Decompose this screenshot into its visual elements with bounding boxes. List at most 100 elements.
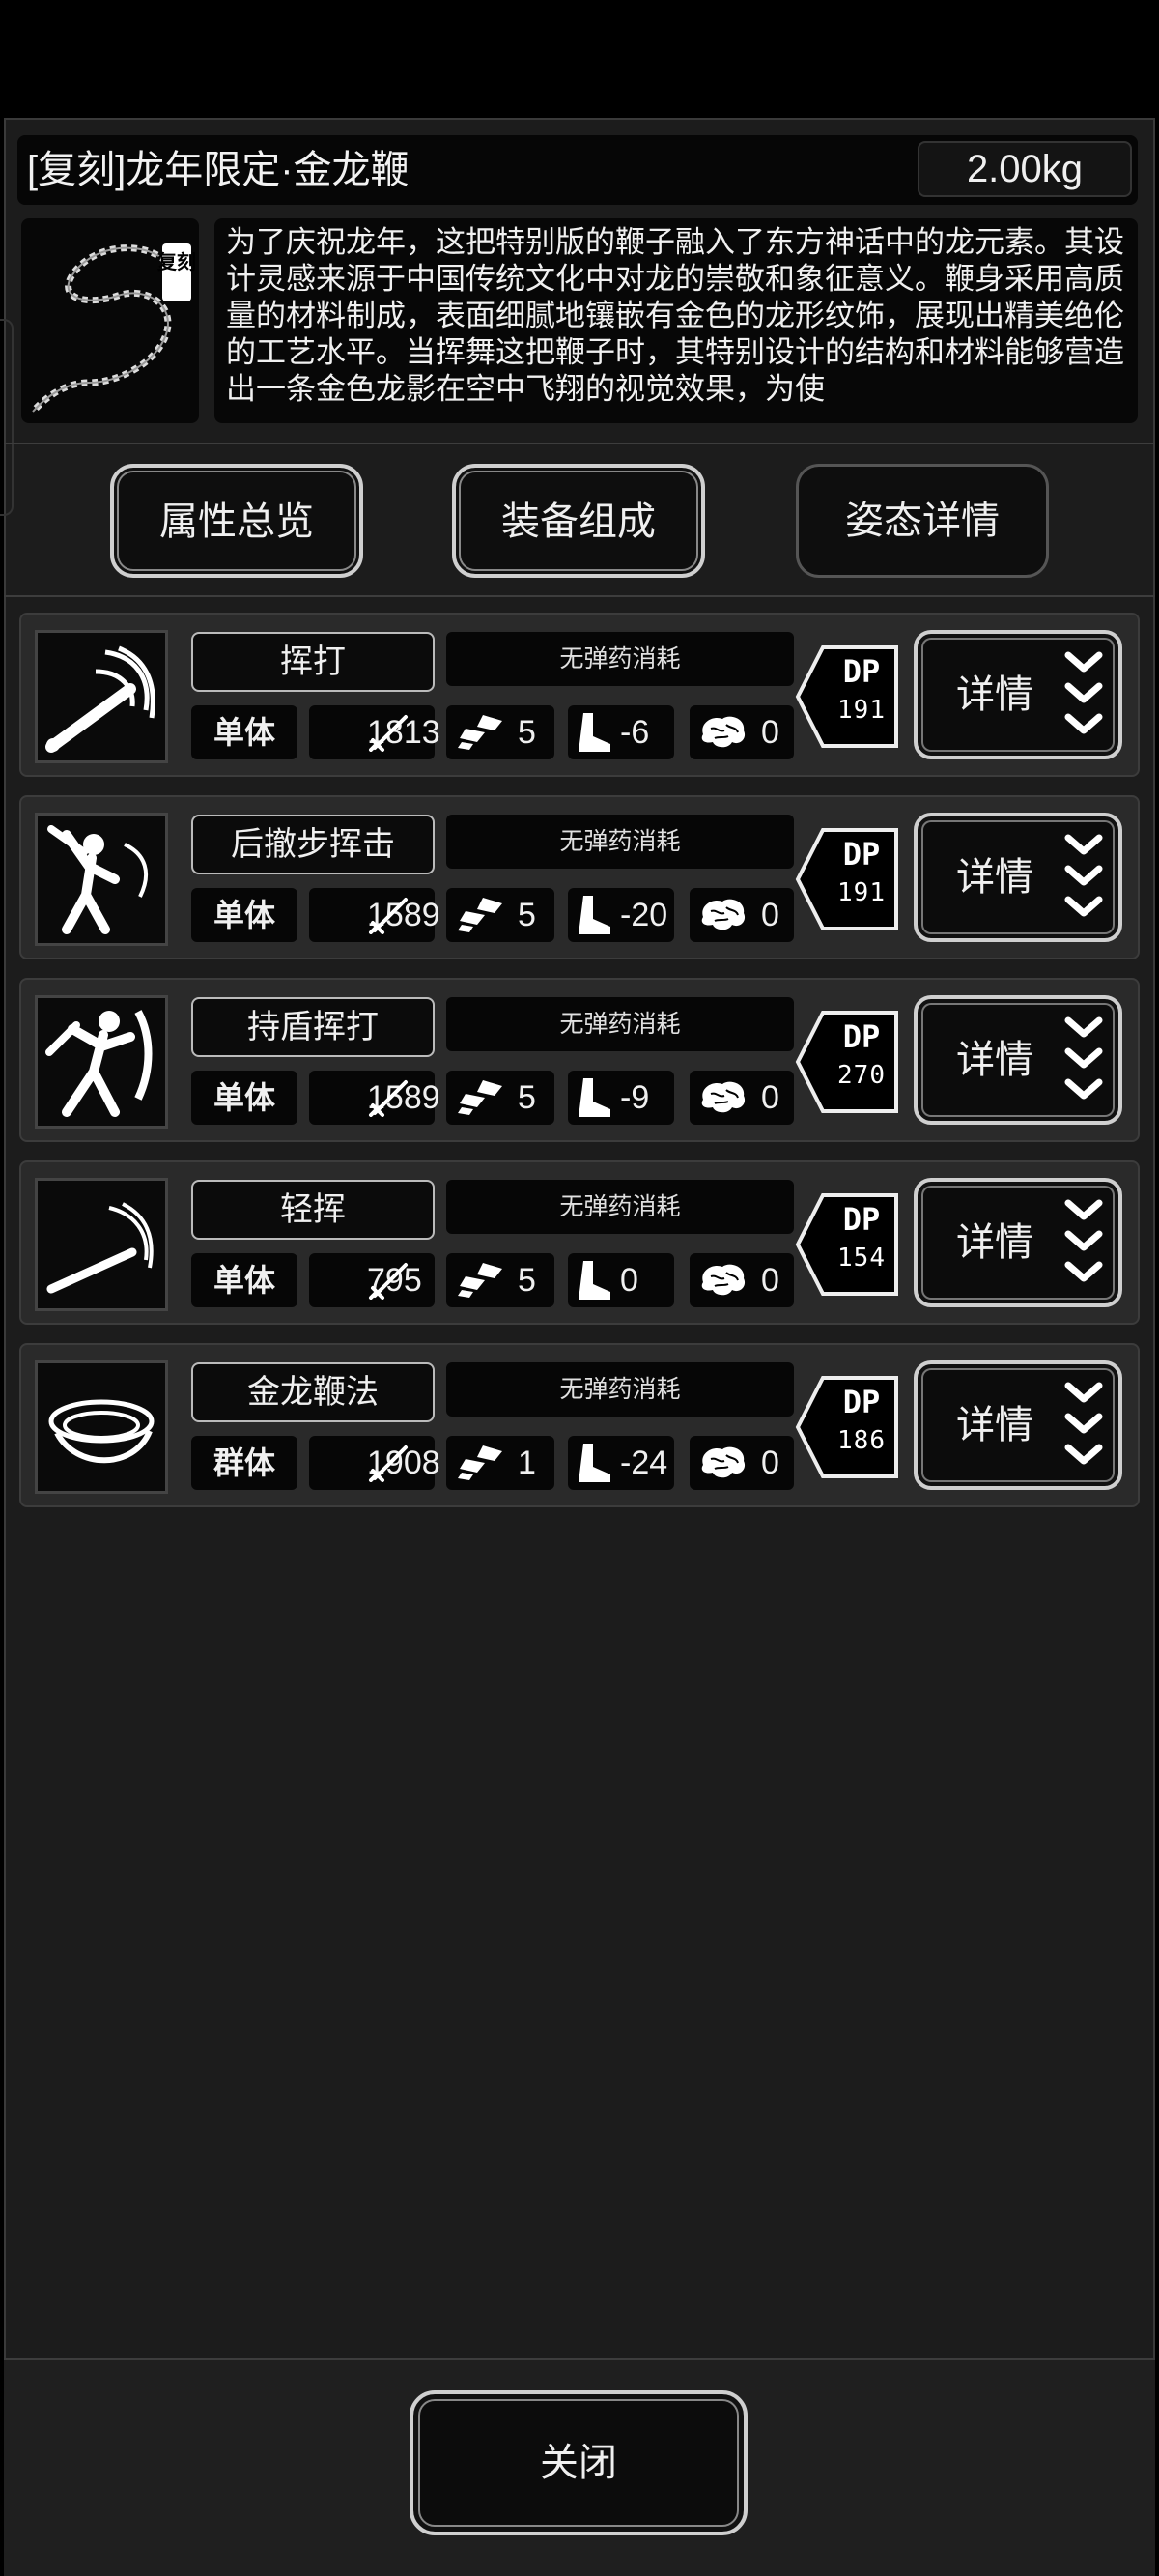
detail-label: 详情 <box>956 1221 1033 1264</box>
target-type: 单体 <box>191 1071 297 1125</box>
hit-stat: 5 <box>446 888 554 942</box>
speed-value: -6 <box>620 714 650 751</box>
attack-stat: 1589 <box>309 1071 440 1125</box>
dp-indicator: DP 154 <box>794 1191 900 1298</box>
boot-icon <box>580 896 610 934</box>
brain-icon <box>701 899 746 930</box>
skill-name: 金龙鞭法 <box>191 1362 435 1422</box>
speed-value: 0 <box>620 1262 638 1299</box>
hit-stat: 1 <box>446 1436 554 1490</box>
hit-count-icon <box>458 1080 502 1115</box>
brain-icon <box>701 1081 746 1113</box>
detail-button[interactable]: 详情 <box>914 1178 1122 1307</box>
ammo-cost: 无弹药消耗 <box>446 815 794 869</box>
detail-label: 详情 <box>956 673 1033 716</box>
skill-row: 金龙鞭法 无弹药消耗 群体 1908 1 -24 0 DP 186 详情 <box>19 1343 1140 1507</box>
divider <box>4 443 1155 444</box>
expand-chevrons-icon <box>1064 651 1103 734</box>
sword-icon <box>369 898 408 934</box>
hit-count-icon <box>458 715 502 750</box>
skill-icon <box>35 995 168 1129</box>
mental-value: 0 <box>761 897 779 933</box>
hit-value: 1 <box>518 1445 536 1481</box>
dp-indicator: DP 270 <box>794 1009 900 1115</box>
target-type: 单体 <box>191 705 297 759</box>
hit-value: 5 <box>518 1079 536 1116</box>
hit-stat: 5 <box>446 1253 554 1307</box>
dp-value: 191 <box>837 878 886 907</box>
shield-swing-icon <box>45 1010 153 1117</box>
ammo-cost: 无弹药消耗 <box>446 1180 794 1234</box>
skill-row: 轻挥 无弹药消耗 单体 795 5 0 0 DP 154 详情 <box>19 1160 1140 1325</box>
item-title: [复刻]龙年限定·金龙鞭 <box>27 149 410 191</box>
detail-button[interactable]: 详情 <box>914 813 1122 942</box>
boot-icon <box>580 713 610 752</box>
hit-value: 5 <box>518 1262 536 1299</box>
dp-value: 154 <box>837 1244 886 1273</box>
speed-value: -24 <box>620 1445 668 1481</box>
dp-label: DP <box>842 836 881 873</box>
mental-value: 0 <box>761 1445 779 1481</box>
skill-name: 持盾挥打 <box>191 997 435 1057</box>
target-type: 单体 <box>191 1253 297 1307</box>
mental-stat: 0 <box>690 1071 794 1125</box>
tab-attributes-overview[interactable]: 属性总览 <box>110 464 363 578</box>
speed-stat: -24 <box>568 1436 674 1490</box>
skill-icon <box>35 813 168 946</box>
attack-stat: 1589 <box>309 888 440 942</box>
speed-stat: -20 <box>568 888 674 942</box>
item-badge: 复刻 <box>156 250 196 273</box>
item-description: 为了庆祝龙年，这把特别版的鞭子融入了东方神话中的龙元素。其设计灵感来源于中国传统… <box>214 218 1138 423</box>
target-type: 单体 <box>191 888 297 942</box>
dp-value: 191 <box>837 696 886 725</box>
dp-label: DP <box>842 1384 881 1420</box>
speed-value: -9 <box>620 1079 650 1116</box>
hit-count-icon <box>458 1445 502 1480</box>
backstep-swing-icon <box>47 825 149 934</box>
speed-stat: -9 <box>568 1071 674 1125</box>
detail-button[interactable]: 详情 <box>914 995 1122 1125</box>
hit-count-icon <box>458 1263 502 1298</box>
tab-equipment-composition[interactable]: 装备组成 <box>452 464 705 578</box>
mental-value: 0 <box>761 1262 779 1299</box>
expand-chevrons-icon <box>1064 1016 1103 1100</box>
skill-name: 挥打 <box>191 632 435 692</box>
dp-label: DP <box>842 1018 881 1055</box>
close-button[interactable]: 关闭 <box>410 2390 748 2535</box>
detail-button[interactable]: 详情 <box>914 1360 1122 1490</box>
dp-indicator: DP 191 <box>794 644 900 750</box>
skill-name: 轻挥 <box>191 1180 435 1240</box>
detail-button[interactable]: 详情 <box>914 630 1122 759</box>
skill-icon <box>35 1360 168 1494</box>
skill-icon <box>35 1178 168 1311</box>
target-type: 群体 <box>191 1436 297 1490</box>
dp-indicator: DP 186 <box>794 1374 900 1480</box>
whirl-icon <box>48 1399 155 1464</box>
skill-icon <box>35 630 168 763</box>
detail-label: 详情 <box>956 856 1033 899</box>
item-weight: 2.00kg <box>918 141 1132 197</box>
boot-icon <box>580 1444 610 1482</box>
dp-value: 270 <box>837 1061 886 1090</box>
sword-icon <box>369 1080 408 1117</box>
skill-row: 后撤步挥击 无弹药消耗 单体 1589 5 -20 0 DP 191 详情 <box>19 795 1140 959</box>
dp-indicator: DP 191 <box>794 826 900 932</box>
sword-icon <box>369 1445 408 1482</box>
expand-chevrons-icon <box>1064 1199 1103 1282</box>
attack-stat: 795 <box>309 1253 435 1307</box>
hit-value: 5 <box>518 897 536 933</box>
expand-chevrons-icon <box>1064 1382 1103 1465</box>
hit-stat: 5 <box>446 705 554 759</box>
item-image: 复刻 <box>21 218 199 423</box>
skill-row: 持盾挥打 无弹药消耗 单体 1589 5 -9 0 DP 270 详情 <box>19 978 1140 1142</box>
hit-value: 5 <box>518 714 536 751</box>
whip-icon: 复刻 <box>30 243 196 415</box>
boot-icon <box>580 1261 610 1300</box>
mental-value: 0 <box>761 714 779 751</box>
dp-label: DP <box>842 1201 881 1238</box>
skill-row: 挥打 无弹药消耗 单体 1813 5 -6 0 DP 191 详情 <box>19 613 1140 777</box>
swing-icon <box>45 645 155 753</box>
tab-stance-details[interactable]: 姿态详情 <box>796 464 1049 578</box>
speed-value: -20 <box>620 897 668 933</box>
side-edge-tab <box>0 319 14 516</box>
